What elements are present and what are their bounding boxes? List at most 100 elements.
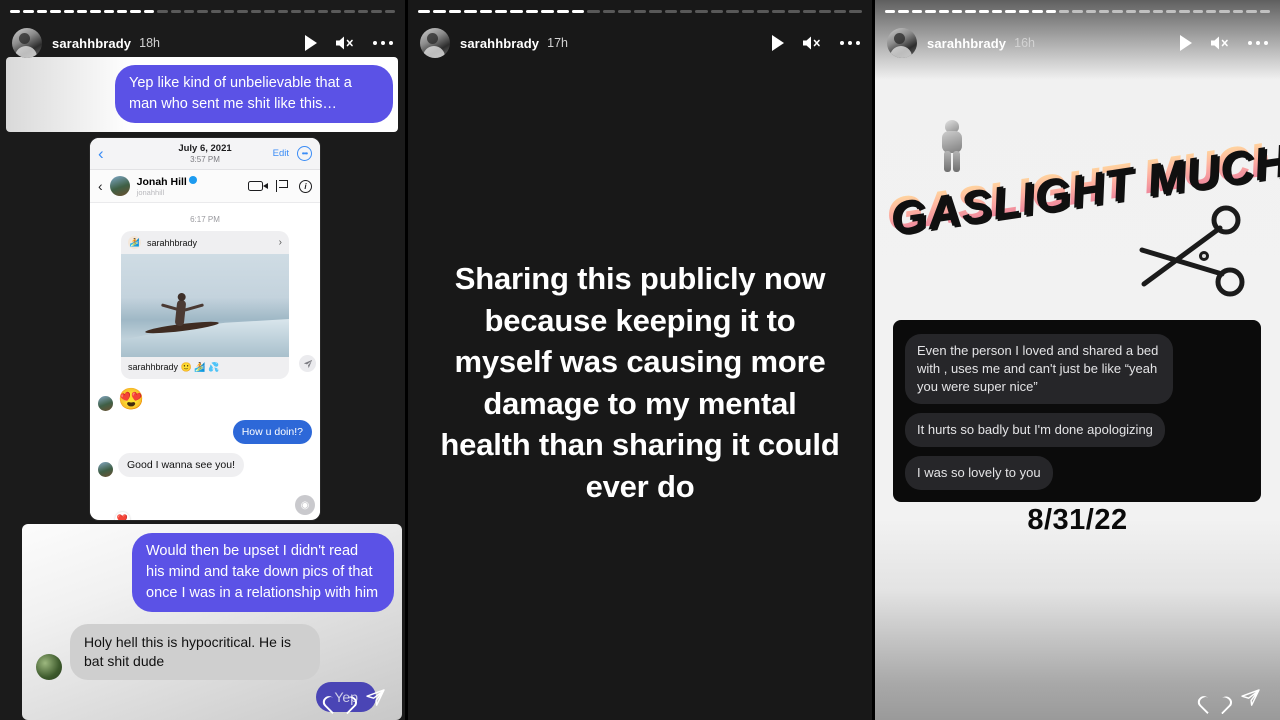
story-username[interactable]: sarahhbrady bbox=[52, 36, 131, 51]
dm-thread-body: 6:17 PM 🏄 sarahhbrady › sarahhbrady 🙂 🏄 … bbox=[90, 203, 320, 520]
progress-segment bbox=[495, 10, 508, 13]
dm-timestamp: 6:17 PM bbox=[190, 215, 220, 224]
edit-button[interactable]: Edit bbox=[273, 148, 289, 159]
progress-segment bbox=[344, 10, 355, 13]
screenshot-card-top: Yep like kind of unbelievable that a man… bbox=[6, 57, 398, 132]
send-icon[interactable] bbox=[299, 355, 316, 372]
progress-segment bbox=[898, 10, 909, 13]
progress-segment bbox=[1246, 10, 1257, 13]
date-stamp: 8/31/22 bbox=[1027, 504, 1128, 536]
story-panel-3[interactable]: sarahhbrady 16h GASLIGHT MUCH? Even the … bbox=[875, 0, 1280, 720]
progress-segment bbox=[357, 10, 369, 13]
message-avatar bbox=[36, 654, 62, 680]
progress-segment bbox=[224, 10, 235, 13]
chat-bubble-outgoing: Would then be upset I didn't read his mi… bbox=[132, 533, 394, 612]
progress-segment bbox=[1259, 10, 1270, 13]
progress-segment bbox=[143, 10, 155, 13]
surfer-arm-right bbox=[183, 303, 205, 312]
mute-icon[interactable] bbox=[1210, 35, 1230, 51]
progress-segment bbox=[304, 10, 315, 13]
message-avatar bbox=[98, 462, 113, 477]
progress-segment bbox=[371, 10, 382, 13]
progress-segment bbox=[317, 10, 328, 13]
progress-segment bbox=[741, 10, 754, 13]
progress-segment bbox=[541, 10, 554, 13]
avatar[interactable] bbox=[12, 28, 42, 58]
more-options-icon[interactable] bbox=[1247, 40, 1268, 46]
progress-segment bbox=[1072, 10, 1083, 13]
info-icon[interactable]: i bbox=[299, 179, 312, 193]
progress-segment bbox=[978, 10, 989, 13]
shared-post-card[interactable]: 🏄 sarahhbrady › sarahhbrady 🙂 🏄 💦 bbox=[121, 231, 289, 379]
progress-segment bbox=[1018, 10, 1030, 13]
progress-segment bbox=[1058, 10, 1070, 13]
thread-back-icon[interactable]: ‹ bbox=[98, 178, 103, 194]
avatar[interactable] bbox=[887, 28, 917, 58]
thread-display-name: Jonah Hill bbox=[137, 175, 197, 188]
shared-post-image bbox=[121, 254, 289, 357]
chat-bubble-incoming: Even the person I loved and shared a bed… bbox=[905, 334, 1173, 404]
play-icon[interactable] bbox=[304, 35, 317, 51]
mute-icon[interactable] bbox=[335, 35, 355, 51]
story-timestamp: 18h bbox=[139, 36, 160, 50]
progress-segment bbox=[951, 10, 963, 13]
more-options-icon[interactable] bbox=[839, 40, 860, 46]
shared-post-account[interactable]: sarahhbrady bbox=[147, 238, 197, 248]
story-username[interactable]: sarahhbrady bbox=[460, 36, 539, 51]
progress-segment bbox=[157, 10, 168, 13]
progress-segment bbox=[772, 10, 785, 13]
progress-segment bbox=[818, 10, 831, 13]
heart-icon[interactable] bbox=[329, 689, 348, 706]
progress-segment bbox=[130, 10, 141, 13]
progress-segment bbox=[63, 10, 74, 13]
more-circle-icon[interactable]: ••• bbox=[297, 146, 312, 161]
progress-segment bbox=[418, 10, 431, 13]
send-icon[interactable] bbox=[366, 689, 385, 706]
progress-segment bbox=[664, 10, 677, 13]
thread-avatar[interactable] bbox=[109, 176, 130, 196]
progress-segment bbox=[938, 10, 949, 13]
play-icon[interactable] bbox=[771, 35, 784, 51]
progress-segment bbox=[726, 10, 739, 13]
progress-segment bbox=[911, 10, 923, 13]
progress-segment bbox=[525, 10, 539, 13]
chevron-right-icon[interactable]: › bbox=[279, 237, 282, 248]
heart-icon[interactable] bbox=[1204, 689, 1223, 706]
camera-icon[interactable]: ◉ bbox=[295, 495, 315, 515]
message-avatar bbox=[98, 396, 113, 411]
stories-viewer: sarahhbrady 18h Yep like kind of unbelie… bbox=[0, 0, 1280, 720]
send-icon[interactable] bbox=[1241, 689, 1260, 706]
story-username[interactable]: sarahhbrady bbox=[927, 36, 1006, 51]
flag-icon[interactable] bbox=[276, 180, 288, 192]
progress-segment bbox=[1099, 10, 1110, 13]
play-icon[interactable] bbox=[1179, 35, 1192, 51]
progress-segment bbox=[1219, 10, 1230, 13]
phone-screenshot: ‹ July 6, 2021 3:57 PM Edit ••• ‹ Jonah … bbox=[90, 138, 320, 520]
progress-segment bbox=[679, 10, 693, 13]
progress-segment bbox=[885, 10, 896, 13]
progress-segment bbox=[965, 10, 976, 13]
story-timestamp: 17h bbox=[547, 36, 568, 50]
more-options-icon[interactable] bbox=[372, 40, 393, 46]
progress-segment bbox=[433, 10, 446, 13]
avatar[interactable] bbox=[420, 28, 450, 58]
story-progress-bar-1 bbox=[10, 10, 395, 14]
story-panel-1[interactable]: sarahhbrady 18h Yep like kind of unbelie… bbox=[0, 0, 405, 720]
astronaut-leg bbox=[953, 151, 960, 172]
progress-segment bbox=[510, 10, 523, 13]
progress-segment bbox=[1085, 10, 1096, 13]
back-icon[interactable]: ‹ bbox=[98, 145, 104, 162]
video-call-icon[interactable] bbox=[248, 181, 268, 191]
shared-post-caption: sarahhbrady 🙂 🏄 💦 bbox=[128, 362, 220, 372]
progress-segment bbox=[710, 10, 724, 13]
heart-reaction-icon: ❤️ bbox=[115, 512, 130, 520]
astronaut-body bbox=[942, 131, 962, 153]
astronaut-leg bbox=[944, 151, 951, 172]
story-panel-2[interactable]: sarahhbrady 17h Sharing this publicly no… bbox=[405, 0, 875, 720]
story-progress-bar-3 bbox=[885, 10, 1270, 14]
mute-icon[interactable] bbox=[802, 35, 822, 51]
progress-segment bbox=[23, 10, 34, 13]
thread-actions: i bbox=[248, 179, 312, 193]
story-timestamp: 16h bbox=[1014, 36, 1035, 50]
verified-badge-icon bbox=[188, 175, 197, 184]
